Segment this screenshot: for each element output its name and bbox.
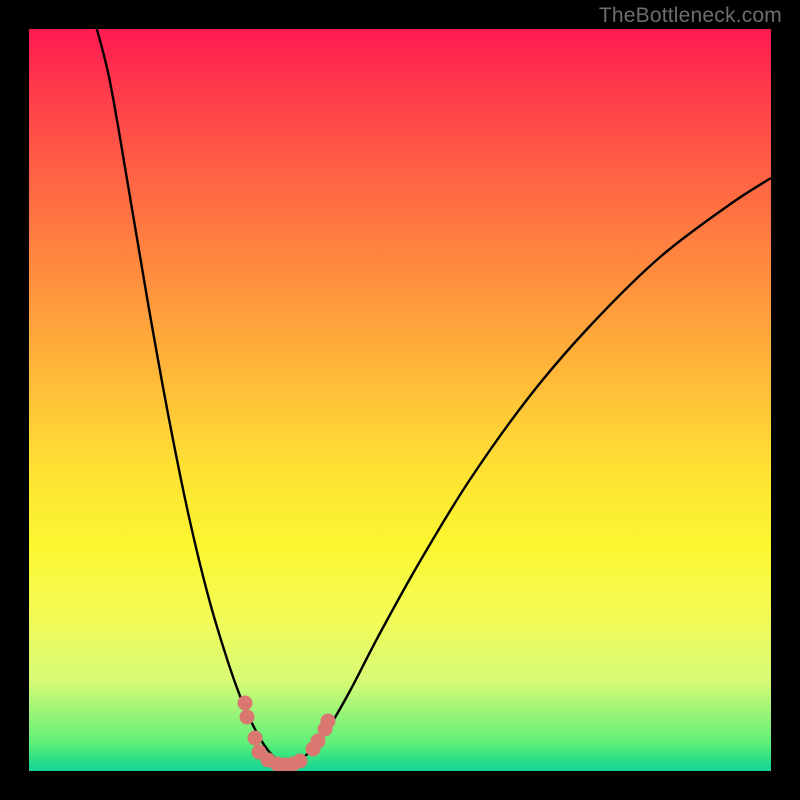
watermark: TheBottleneck.com <box>599 4 782 28</box>
curve-left <box>91 29 285 766</box>
data-dot <box>238 696 252 710</box>
data-dot <box>321 714 335 728</box>
chart-frame: TheBottleneck.com <box>0 0 800 800</box>
curve-layer <box>29 29 771 771</box>
curve-right <box>285 178 771 766</box>
plot-area <box>29 29 771 771</box>
data-dot <box>248 731 262 745</box>
data-dot <box>293 754 307 768</box>
data-dot <box>240 710 254 724</box>
data-dots <box>238 696 335 771</box>
